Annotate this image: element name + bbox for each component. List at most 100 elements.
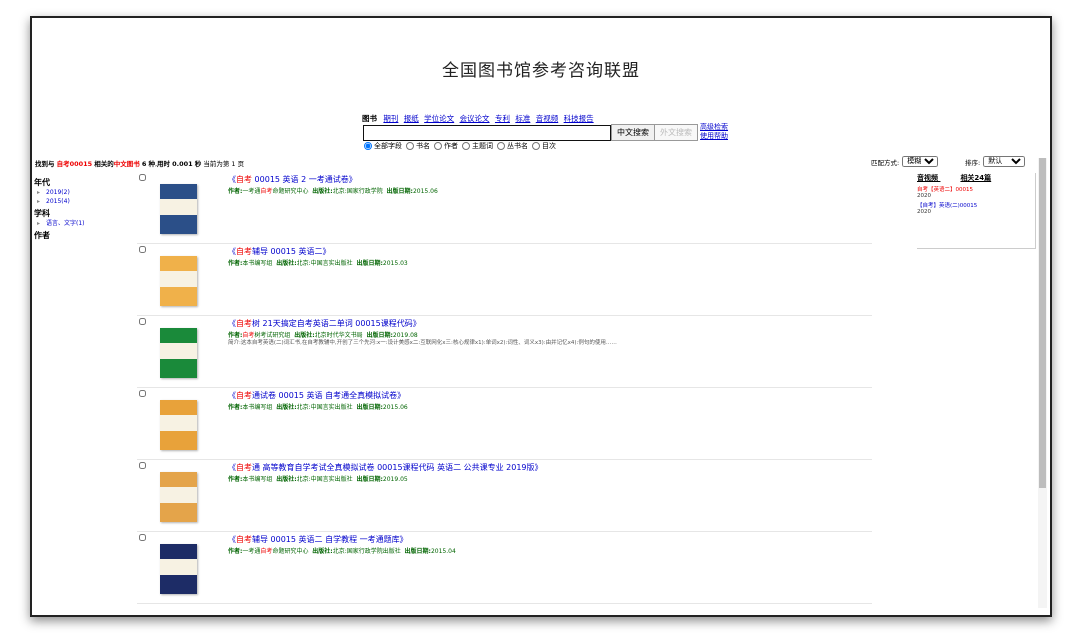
title-text[interactable]: 树 21天搞定自考英语二单词 00015课程代码 [252,319,413,328]
result-title[interactable]: 《自考通 高等教育自学考试全真模拟试卷 00015课程代码 英语二 公共课专业 … [228,462,543,473]
book-cover-image[interactable] [160,400,197,450]
result-checkbox[interactable] [139,246,146,253]
related-media-count[interactable]: 相关24篇 [960,174,991,182]
facet-year-label[interactable]: 2019(2) [46,189,70,196]
radio-contents-input[interactable] [532,142,540,150]
meta-publisher: 北京:中国言实出版社 [296,404,353,411]
advanced-search-link[interactable]: 高级检索 [700,123,728,132]
nav-current-books[interactable]: 图书 [362,114,377,123]
meta-date: 2015.04 [430,548,456,555]
radio-author[interactable]: 作者 [434,141,458,151]
status-found-prefix: 找到与 [35,160,55,168]
nav-conference-papers[interactable]: 会议论文 [460,114,490,123]
meta-publisher: 北京:国家行政学院出版社 [332,548,401,555]
status-query: 自考00015 [56,160,93,168]
chinese-search-button[interactable]: 中文搜索 [611,124,655,141]
related-media-item[interactable]: 自考【英语二】00015 [917,185,1035,193]
result-title[interactable]: 《自考辅导 00015 英语二》 [228,246,331,257]
result-checkbox[interactable] [139,462,146,469]
nav-patents[interactable]: 专利 [495,114,510,123]
meta-date: 2019.05 [382,476,408,483]
match-label: 匹配方式: [871,158,900,167]
bullet-icon: ▸ [37,189,41,196]
radio-title[interactable]: 书名 [406,141,430,151]
related-media-item[interactable]: 【自考】英语(二)00015 [917,201,1035,209]
facet-panel: 年代 ▸ 2019(2) ▸ 2015(4) 学科 ▸ 语言、文字(1) 作者 [34,175,85,241]
nav-tech-reports[interactable]: 科技报告 [564,114,594,123]
title-highlight[interactable]: 自考 [236,535,252,544]
radio-author-label: 作者 [444,142,458,150]
meta-author-label: 作者: [228,188,243,195]
meta-date-label: 出版日期: [386,188,413,195]
result-title[interactable]: 《自考 00015 英语 2 一考通试卷》 [228,174,357,185]
title-highlight[interactable]: 自考 [236,247,252,256]
radio-title-input[interactable] [406,142,414,150]
title-highlight[interactable]: 自考 [236,391,252,400]
result-meta: 作者:本书编写组 出版社:北京:中国言实出版社 出版日期:2015.03 [228,258,408,267]
nav-theses[interactable]: 学位论文 [424,114,454,123]
scroll-thumb[interactable] [1039,158,1046,488]
related-media-label[interactable]: 音视频 [917,174,938,182]
radio-series-input[interactable] [497,142,505,150]
meta-publisher: 北京:中国言实出版社 [296,260,353,267]
search-links: 高级检索 使用帮助 [700,123,728,141]
title-text[interactable]: 辅导 00015 英语二 [252,247,323,256]
nav-newspapers[interactable]: 报纸 [404,114,419,123]
book-cover-image[interactable] [160,472,197,522]
title-highlight[interactable]: 自考 [236,463,252,472]
result-checkbox[interactable] [139,534,146,541]
facet-subject-label[interactable]: 语言、文字(1) [46,220,85,227]
book-cover-image[interactable] [160,544,197,594]
facet-subject-item[interactable]: ▸ 语言、文字(1) [37,219,85,228]
title-highlight[interactable]: 自考 [236,175,252,184]
title-text[interactable]: 00015 英语 2 一考通试卷 [252,175,349,184]
radio-author-input[interactable] [434,142,442,150]
radio-contents-label: 目次 [542,142,556,150]
radio-contents[interactable]: 目次 [532,141,556,151]
meta-publisher: 北京:中国言实出版社 [296,476,353,483]
meta-author-prefix: 一考通 [242,548,261,555]
foreign-search-button[interactable]: 外文搜索 [654,124,698,141]
meta-author-suffix: 命题研究中心 [272,188,309,195]
result-item: 《自考树 21天搞定自考英语二单词 00015课程代码》 作者:自考树考试研究组 … [137,316,872,388]
nav-journals[interactable]: 期刊 [383,114,398,123]
result-title[interactable]: 《自考树 21天搞定自考英语二单词 00015课程代码》 [228,318,421,329]
facet-year-label[interactable]: 2015(4) [46,198,70,205]
related-media-box: 音视频 相关24篇 自考【英语二】00015 2020 【自考】英语(二)000… [917,173,1036,249]
book-cover-image[interactable] [160,328,197,378]
radio-subject-label: 主题词 [472,142,493,150]
result-title[interactable]: 《自考辅导 00015 英语二 自学教程 一考通题库》 [228,534,408,545]
help-link[interactable]: 使用帮助 [700,132,728,141]
meta-date-label: 出版日期: [356,476,383,483]
result-meta: 作者:本书编写组 出版社:北京:中国言实出版社 出版日期:2015.06 [228,402,408,411]
title-text[interactable]: 通试卷 00015 英语 自考通全真模拟试卷 [252,391,397,400]
nav-standards[interactable]: 标准 [515,114,530,123]
result-checkbox[interactable] [139,174,146,181]
book-cover-image[interactable] [160,256,197,306]
radio-subject[interactable]: 主题词 [462,141,493,151]
meta-author-label: 作者: [228,404,243,411]
radio-all-fields-input[interactable] [364,142,372,150]
nav-video[interactable]: 音视频 [536,114,559,123]
page-scrollbar[interactable] [1038,158,1047,608]
radio-series[interactable]: 丛书名 [497,141,528,151]
radio-subject-input[interactable] [462,142,470,150]
result-checkbox[interactable] [139,318,146,325]
result-title[interactable]: 《自考通试卷 00015 英语 自考通全真模拟试卷》 [228,390,405,401]
meta-author-suffix: 命题研究中心 [272,548,309,555]
facet-year-item[interactable]: ▸ 2019(2) [37,188,85,197]
status-unit: 种 [148,160,155,168]
radio-all-fields[interactable]: 全部字段 [364,141,402,151]
book-cover-image[interactable] [160,184,197,234]
match-select[interactable]: 模糊 [902,156,939,167]
result-checkbox[interactable] [139,390,146,397]
sort-select[interactable]: 默认 [983,156,1026,167]
facet-year-item[interactable]: ▸ 2015(4) [37,197,85,206]
title-highlight[interactable]: 自考 [236,319,252,328]
meta-publisher: 北京:国家行政学院 [332,188,383,195]
title-text[interactable]: 通 高等教育自学考试全真模拟试卷 00015课程代码 英语二 公共课专业 201… [252,463,535,472]
radio-all-fields-label: 全部字段 [374,142,402,150]
search-input[interactable] [363,125,611,141]
radio-series-label: 丛书名 [507,142,528,150]
title-text[interactable]: 辅导 00015 英语二 自学教程 一考通题库 [252,535,400,544]
